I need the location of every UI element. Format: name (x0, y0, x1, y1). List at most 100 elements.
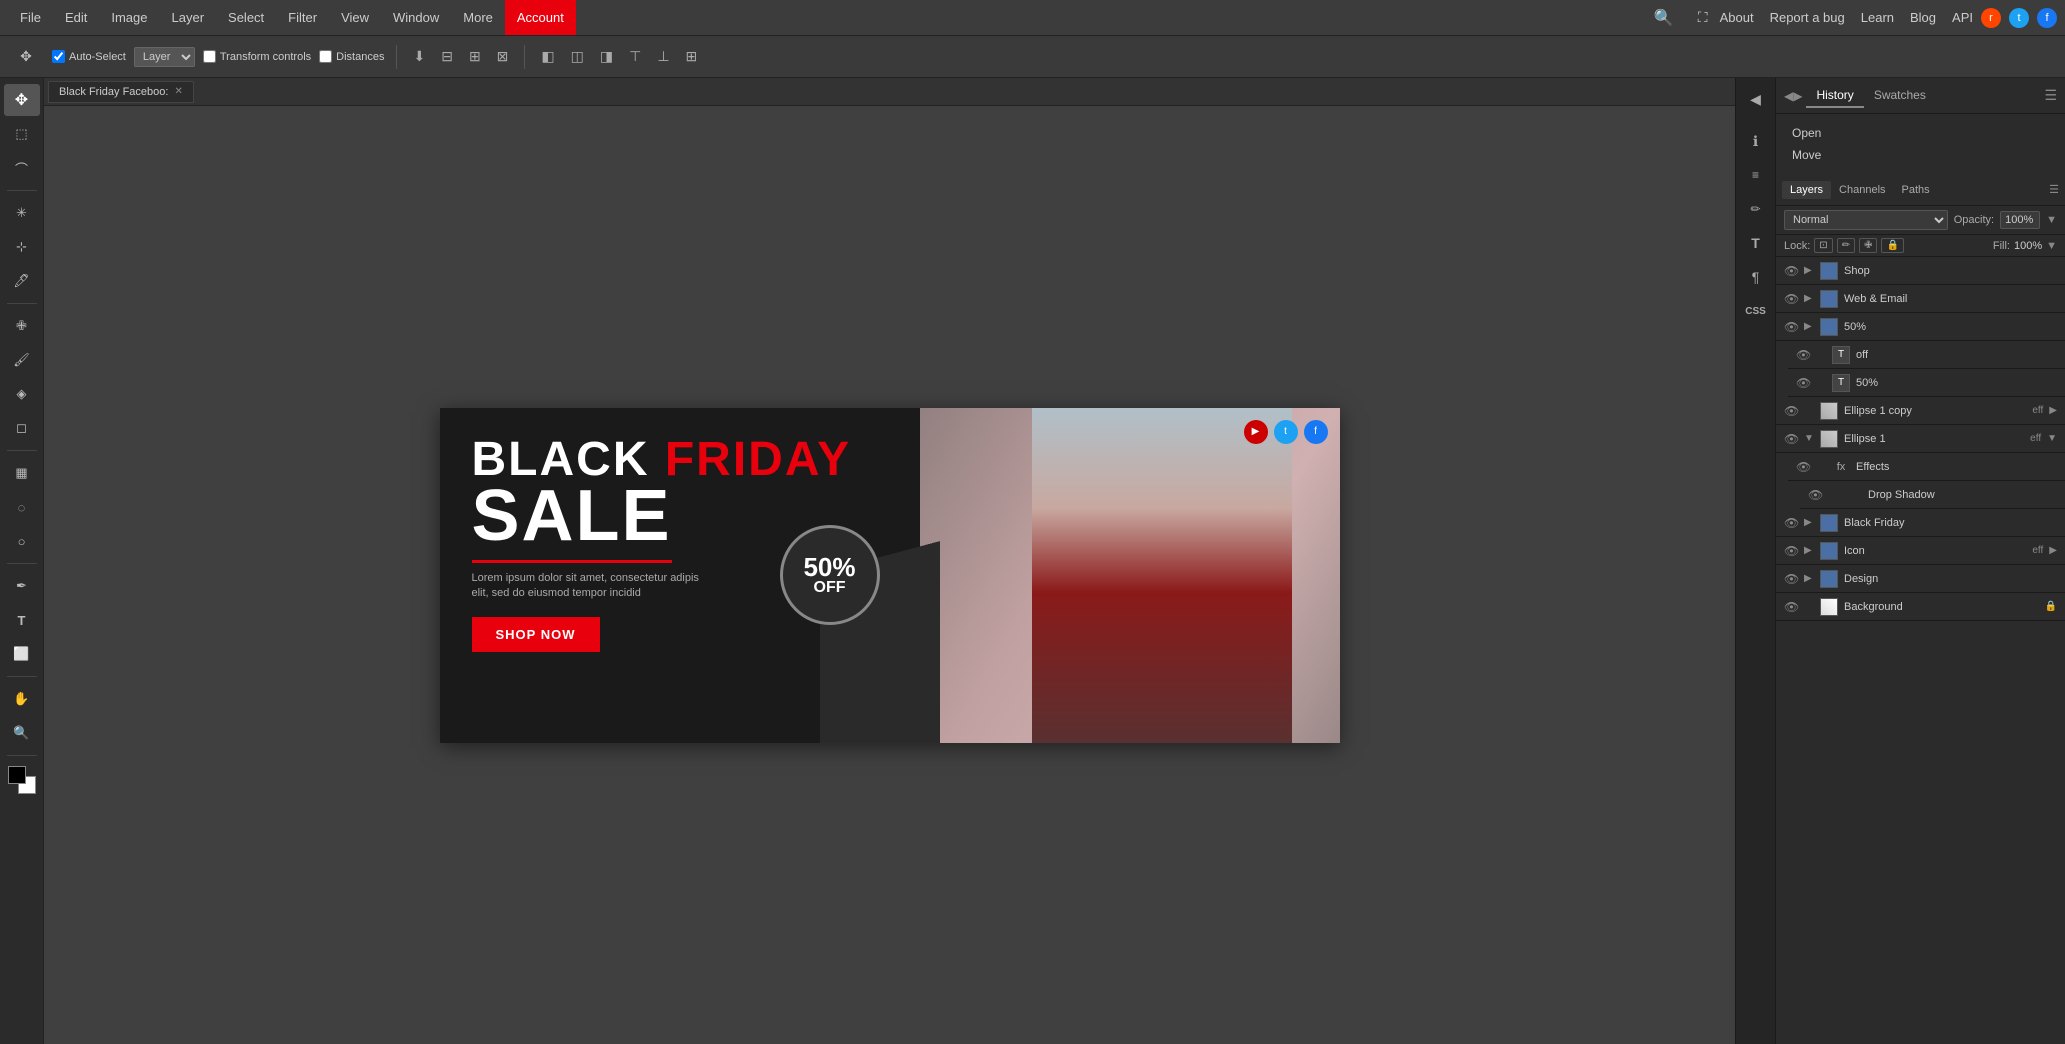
layers-tab-paths[interactable]: Paths (1894, 181, 1938, 199)
layer-item-web-email[interactable]: 👁 ▶ Web & Email (1776, 285, 2065, 313)
layer-item-shop[interactable]: 👁 ▶ Shop (1776, 257, 2065, 285)
opacity-arrow[interactable]: ▼ (2046, 214, 2057, 226)
align-h-center-button[interactable]: ⊟ (437, 46, 457, 67)
document-tab[interactable]: Black Friday Faceboo: ✕ (48, 81, 194, 103)
layer-item-off[interactable]: 👁 ▶ T off (1788, 341, 2065, 369)
facebook-icon[interactable]: f (2037, 8, 2057, 28)
menu-more[interactable]: More (451, 0, 505, 35)
layers-tab-layers[interactable]: Layers (1782, 181, 1831, 199)
eyedropper-tool[interactable]: 🖊 (4, 265, 40, 297)
layer-item-50pct[interactable]: 👁 ▶ T 50% (1788, 369, 2065, 397)
canvas-area[interactable]: Black Friday Faceboo: ✕ BLACK FRIDAY SAL… (44, 78, 1735, 1044)
zoom-tool[interactable]: 🔍 (4, 717, 40, 749)
lock-position-button[interactable]: ✙ (1859, 238, 1877, 253)
eraser-tool[interactable]: ◻ (4, 412, 40, 444)
pen-tool[interactable]: ✒ (4, 570, 40, 602)
lock-transparent-button[interactable]: ⊡ (1814, 238, 1832, 253)
layer-item-ellipse1copy[interactable]: 👁 ▶ Ellipse 1 copy eff ▶ (1776, 397, 2065, 425)
history-tab[interactable]: History (1806, 84, 1863, 108)
expand-icon[interactable]: ▶ (1804, 545, 1814, 556)
layer-item-icon[interactable]: 👁 ▶ Icon eff ▶ (1776, 537, 2065, 565)
fill-value[interactable]: 100% (2014, 240, 2042, 252)
expand-icon[interactable]: ▶ (1804, 573, 1814, 584)
healing-tool[interactable]: ✙ (4, 310, 40, 342)
layer-item-50pct-folder[interactable]: 👁 ▶ 50% (1776, 313, 2065, 341)
shape-tool[interactable]: ⬜ (4, 638, 40, 670)
color-swatches[interactable] (8, 766, 36, 794)
transform-controls-checkbox[interactable]: Transform controls (203, 50, 311, 63)
layers-tab-channels[interactable]: Channels (1831, 181, 1893, 199)
visibility-icon[interactable]: 👁 (1784, 572, 1798, 586)
lasso-tool[interactable]: ⌒ (4, 152, 40, 184)
distances-checkbox[interactable]: Distances (319, 50, 384, 63)
distribute-left-button[interactable]: ◧ (537, 46, 558, 67)
learn-link[interactable]: Learn (1861, 10, 1894, 25)
facebook-social-icon[interactable]: f (1304, 420, 1328, 444)
lock-all-button[interactable]: 🔒 (1881, 238, 1903, 253)
text-tool[interactable]: T (4, 604, 40, 636)
align-spread-button[interactable]: ⊠ (493, 46, 513, 67)
twitter-icon[interactable]: t (2009, 8, 2029, 28)
history-item-open[interactable]: Open (1776, 122, 2065, 144)
expand-icon[interactable]: ▶ (1804, 321, 1814, 332)
expand-icon[interactable]: ▼ (1804, 433, 1814, 444)
visibility-icon[interactable]: 👁 (1784, 600, 1798, 614)
swatches-tab[interactable]: Swatches (1864, 84, 1936, 108)
layer-item-design[interactable]: 👁 ▶ Design (1776, 565, 2065, 593)
history-panel-menu-button[interactable]: ☰ (2044, 87, 2057, 104)
align-download-button[interactable]: ⬇ (409, 46, 429, 67)
move-tool-button[interactable]: ✥ (8, 41, 44, 73)
visibility-icon[interactable]: 👁 (1784, 292, 1798, 306)
blur-tool[interactable]: ◌ (4, 491, 40, 523)
menu-select[interactable]: Select (216, 0, 276, 35)
hand-tool[interactable]: ✋ (4, 683, 40, 715)
auto-select-checkbox[interactable]: Auto-Select (52, 50, 126, 63)
dodge-tool[interactable]: ○ (4, 525, 40, 557)
menu-image[interactable]: Image (99, 0, 159, 35)
report-bug-link[interactable]: Report a bug (1770, 10, 1845, 25)
expand-icon[interactable]: ▶ (1804, 265, 1814, 276)
menu-layer[interactable]: Layer (160, 0, 217, 35)
distribute-mid-button[interactable]: ⊥ (653, 46, 673, 67)
visibility-icon[interactable]: 👁 (1784, 320, 1798, 334)
visibility-icon[interactable]: 👁 (1796, 460, 1810, 474)
brush-panel-button[interactable]: ✏ (1740, 194, 1772, 224)
visibility-icon[interactable]: 👁 (1784, 516, 1798, 530)
opacity-value[interactable]: 100% (2000, 211, 2040, 229)
visibility-icon[interactable]: 👁 (1808, 488, 1822, 502)
css-panel-button[interactable]: CSS (1740, 296, 1772, 326)
visibility-icon[interactable]: 👁 (1784, 544, 1798, 558)
layer-item-dropshadow[interactable]: 👁 ▶ Drop Shadow (1800, 481, 2065, 509)
magic-wand-tool[interactable]: ✳ (4, 197, 40, 229)
clone-tool[interactable]: ◈ (4, 378, 40, 410)
menu-view[interactable]: View (329, 0, 381, 35)
info-panel-button[interactable]: ℹ (1740, 126, 1772, 156)
type-panel-button[interactable]: T (1740, 228, 1772, 258)
expand-icon[interactable]: ▶ (1804, 517, 1814, 528)
crop-tool[interactable]: ⊹ (4, 231, 40, 263)
layers-panel-menu-button[interactable]: ☰ (2049, 183, 2059, 196)
search-icon[interactable]: 🔍 (1642, 0, 1686, 35)
blend-mode-select[interactable]: Normal (1784, 210, 1948, 230)
properties-panel-button[interactable]: ≡ (1740, 160, 1772, 190)
api-link[interactable]: API (1952, 10, 1973, 25)
paragraph-panel-button[interactable]: ¶ (1740, 262, 1772, 292)
shop-now-button[interactable]: SHOP NOW (472, 617, 600, 652)
gradient-tool[interactable]: ▦ (4, 457, 40, 489)
tab-close-button[interactable]: ✕ (174, 86, 182, 97)
brush-tool[interactable]: 🖌 (4, 344, 40, 376)
distribute-top-button[interactable]: ⊤ (625, 46, 645, 67)
fill-arrow[interactable]: ▼ (2046, 240, 2057, 252)
visibility-icon[interactable]: 👁 (1796, 348, 1810, 362)
expand-icon[interactable]: ▶ (1804, 293, 1814, 304)
visibility-icon[interactable]: 👁 (1784, 264, 1798, 278)
visibility-icon[interactable]: 👁 (1784, 404, 1798, 418)
history-item-move[interactable]: Move (1776, 144, 2065, 166)
distribute-center-button[interactable]: ◫ (567, 46, 588, 67)
visibility-icon[interactable]: 👁 (1796, 376, 1810, 390)
menu-window[interactable]: Window (381, 0, 451, 35)
menu-filter[interactable]: Filter (276, 0, 329, 35)
layer-item-effects[interactable]: 👁 ▶ fx Effects (1788, 453, 2065, 481)
layer-eff-arrow-ellipse1[interactable]: ▼ (2047, 433, 2057, 444)
visibility-icon[interactable]: 👁 (1784, 432, 1798, 446)
